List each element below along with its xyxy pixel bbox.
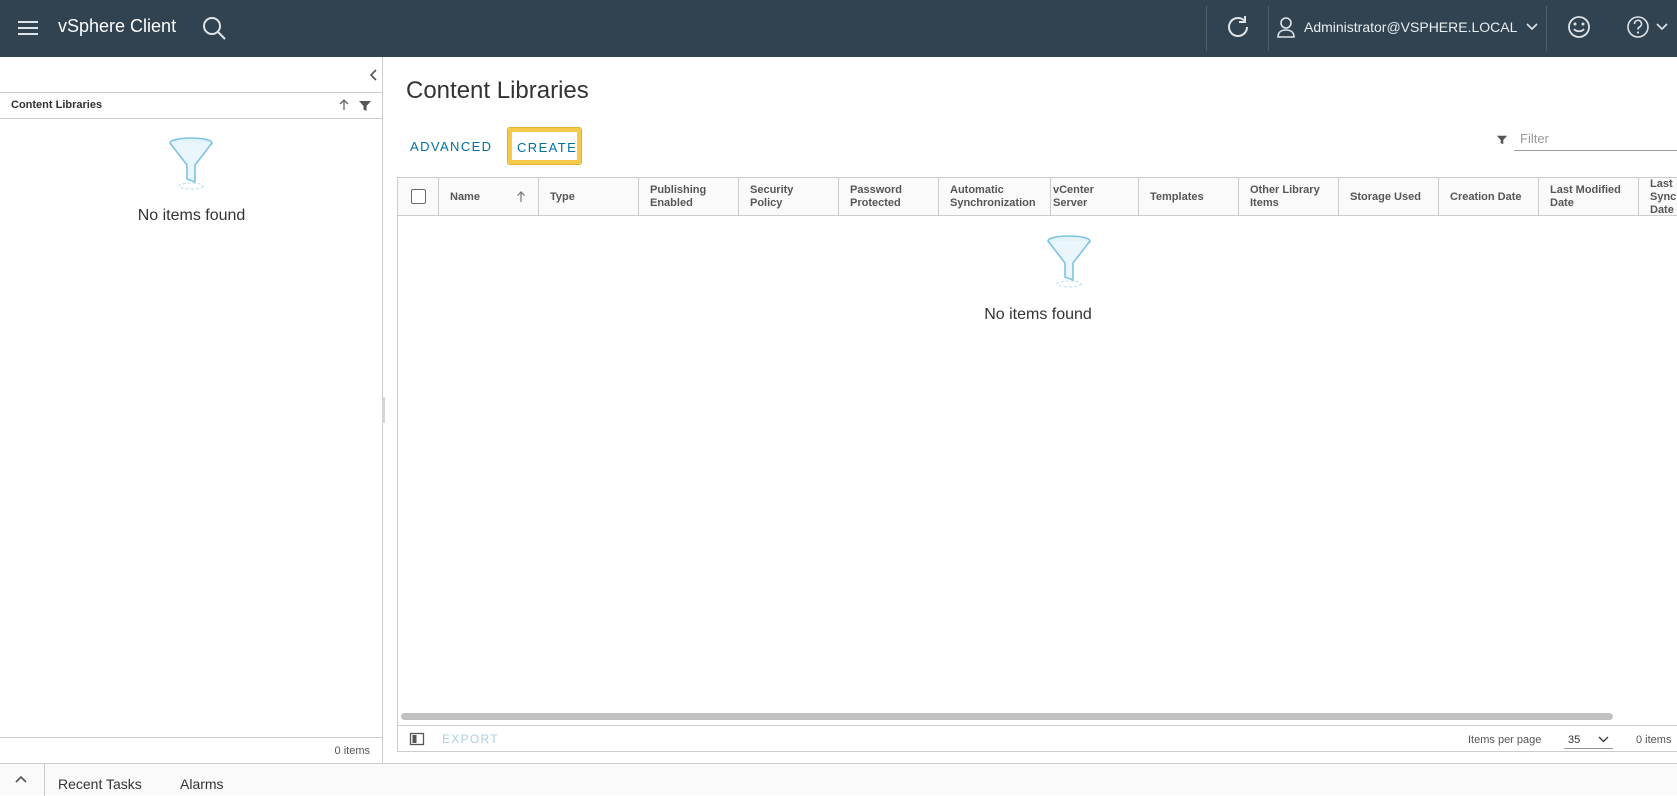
column-last-modified-date[interactable]: Last Modified Date [1538, 178, 1638, 216]
help-menu[interactable] [1625, 13, 1669, 41]
top-header: vSphere Client Administrator@VSPHERE.LOC… [0, 0, 1677, 57]
column-label: Name [450, 190, 480, 203]
tree-header: Content Libraries [0, 92, 383, 119]
empty-funnel-icon [166, 135, 216, 191]
user-icon [1277, 17, 1295, 38]
tab-recent-tasks[interactable]: Recent Tasks [58, 776, 142, 792]
content-libraries-grid: Name Type Publishing Enabled Security Po… [397, 177, 1677, 752]
user-menu[interactable]: Administrator@VSPHERE.LOCAL [1276, 12, 1539, 42]
sort-ascending-icon [517, 191, 525, 202]
grid-filter [1496, 125, 1677, 153]
column-label: Creation Date [1450, 190, 1522, 203]
empty-funnel-icon [1044, 233, 1094, 289]
column-toggle-icon[interactable] [409, 732, 425, 746]
column-label: Publishing Enabled [650, 184, 707, 209]
header-divider [1546, 6, 1547, 51]
export-button[interactable]: EXPORT [442, 732, 499, 746]
chevron-down-icon [1656, 23, 1668, 31]
column-label: Password Protected [850, 184, 902, 209]
chevron-down-icon [1598, 736, 1609, 743]
filter-input[interactable] [1514, 126, 1677, 151]
column-automatic-synchronization[interactable]: Automatic Synchronization [938, 178, 1050, 216]
column-label: Automatic Synchronization [950, 184, 1036, 209]
create-button[interactable]: CREATE [508, 128, 581, 164]
column-other-library-items[interactable]: Other Library Items [1238, 178, 1338, 216]
create-button-label: CREATE [517, 140, 578, 155]
scrollbar-thumb[interactable] [401, 713, 1613, 720]
column-vcenter-server[interactable]: vCenter Server [1050, 178, 1138, 216]
column-label: Security Policy [750, 184, 794, 209]
column-label: Last Sync Date [1650, 178, 1677, 216]
filter-icon[interactable] [358, 99, 372, 113]
page-title: Content Libraries [406, 77, 589, 104]
column-storage-used[interactable]: Storage Used [1338, 178, 1438, 216]
left-navigator-panel: Content Libraries No items found 0 items [0, 57, 383, 763]
column-name[interactable]: Name [438, 178, 538, 216]
help-icon [1627, 16, 1649, 38]
search-icon[interactable] [200, 14, 228, 42]
column-security-policy[interactable]: Security Policy [738, 178, 838, 216]
items-per-page-value: 35 [1568, 734, 1581, 746]
column-type[interactable]: Type [538, 178, 638, 216]
select-all-checkbox[interactable] [411, 189, 426, 204]
sort-ascending-icon[interactable] [337, 98, 351, 112]
chevron-up-icon [15, 775, 27, 783]
empty-state-text: No items found [137, 207, 246, 224]
column-creation-date[interactable]: Creation Date [1438, 178, 1538, 216]
refresh-icon[interactable] [1223, 12, 1253, 42]
tree-footer: 0 items [0, 737, 383, 763]
column-label: Templates [1150, 190, 1204, 203]
column-label: Last Modified Date [1550, 184, 1621, 209]
select-all-column [398, 178, 438, 216]
main-content: Content Libraries ADVANCED CREATE Name T… [384, 57, 1677, 763]
items-per-page-select[interactable]: 35 [1564, 729, 1613, 749]
app-title: vSphere Client [58, 16, 177, 36]
items-per-page-label: Items per page [1468, 734, 1542, 746]
grid-header: Name Type Publishing Enabled Security Po… [398, 178, 1677, 216]
column-label: Storage Used [1350, 190, 1421, 203]
column-last-sync-date[interactable]: Last Sync Date [1638, 178, 1677, 216]
item-count: 0 items [334, 745, 370, 757]
bottom-panel-bar: Recent Tasks Alarms [0, 763, 1677, 796]
chevron-down-icon [1526, 23, 1538, 31]
header-divider [1268, 6, 1269, 51]
item-count: 0 items [1636, 734, 1672, 746]
column-label: Other Library Items [1250, 184, 1320, 209]
collapse-panel-icon[interactable] [366, 67, 382, 83]
user-name: Administrator@VSPHERE.LOCAL [1304, 19, 1518, 35]
column-publishing-enabled[interactable]: Publishing Enabled [638, 178, 738, 216]
expand-bottom-panel-toggle[interactable] [0, 764, 45, 796]
menu-icon[interactable] [14, 14, 42, 42]
column-label: Type [550, 190, 575, 203]
advanced-button[interactable]: ADVANCED [410, 139, 492, 154]
filter-icon [1496, 135, 1508, 145]
column-label: vCenter Server [1053, 184, 1094, 209]
column-password-protected[interactable]: Password Protected [838, 178, 938, 216]
grid-footer: EXPORT Items per page 35 0 items [398, 725, 1677, 752]
column-templates[interactable]: Templates [1138, 178, 1238, 216]
feedback-smiley-icon[interactable] [1565, 13, 1593, 41]
empty-state-text: No items found [984, 306, 1092, 323]
tab-alarms[interactable]: Alarms [180, 776, 224, 792]
horizontal-scrollbar[interactable] [401, 711, 1677, 722]
tree-title: Content Libraries [11, 99, 103, 111]
header-divider [1206, 6, 1207, 51]
